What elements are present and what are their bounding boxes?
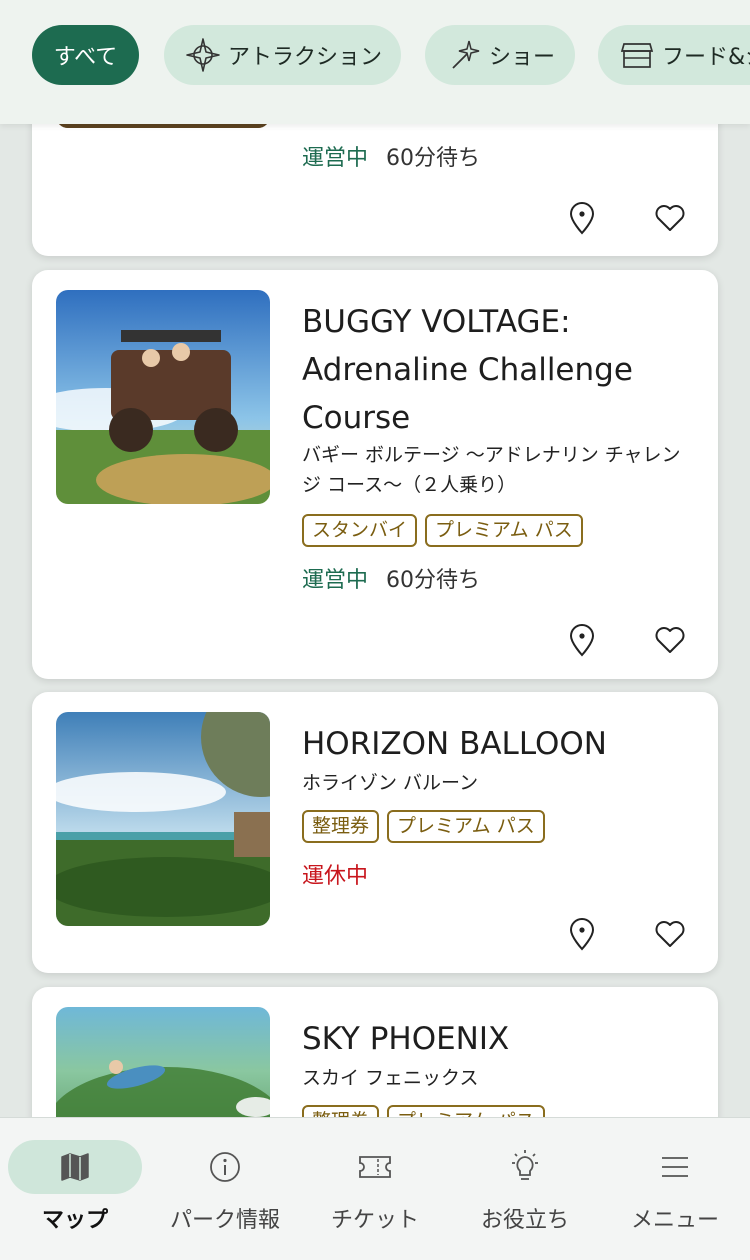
tag-premium-pass: プレミアム パス — [425, 514, 583, 547]
heart-icon — [655, 205, 685, 231]
status-row: 運休中 — [302, 858, 368, 890]
operating-status: 運休中 — [302, 864, 369, 889]
filter-chip-food-shop[interactable]: フード&ショ — [598, 25, 750, 85]
attraction-card[interactable]: HORIZON BALLOON ホライゾン バルーン 整理券 プレミアム パス … — [32, 692, 718, 973]
map-pin-icon — [569, 202, 595, 235]
nav-label: お役立ち — [480, 1208, 569, 1233]
map-pin-button[interactable] — [562, 620, 602, 660]
nav-label: パーク情報 — [169, 1208, 280, 1233]
filter-chip-label: ショー — [489, 45, 556, 70]
attraction-subtitle: バギー ボルテージ 〜アドレナリン チャレンジ コース〜（２人乗り） — [302, 444, 681, 496]
heart-icon — [655, 627, 685, 653]
nav-item-useful[interactable]: お役立ち — [450, 1118, 600, 1260]
filter-chip-show[interactable]: ショー — [425, 25, 575, 85]
status-row: 運営中 60分待ち — [302, 562, 480, 594]
attraction-subtitle: ホライゾン バルーン — [302, 772, 479, 794]
attraction-thumbnail — [56, 712, 270, 926]
tag-ticket: 整理券 — [302, 810, 380, 843]
tag-list: スタンバイ プレミアム パス — [302, 514, 583, 547]
attraction-subtitle: スカイ フェニックス — [302, 1067, 479, 1089]
attraction-title: BUGGY VOLTAGE: Adrenaline Challenge Cour… — [302, 304, 633, 436]
compass-icon — [186, 38, 220, 72]
map-pin-button[interactable] — [562, 198, 602, 238]
nav-label: メニュー — [630, 1208, 719, 1233]
wait-time: 60分待ち — [386, 146, 481, 171]
favorite-button[interactable] — [650, 914, 690, 954]
filter-chip-all[interactable]: すべて — [32, 25, 139, 85]
nav-item-park-info[interactable]: パーク情報 — [150, 1118, 300, 1260]
filter-chip-label: すべて — [53, 45, 118, 70]
filter-bar: すべて アトラクション ショー フード&ショ — [0, 0, 750, 124]
operating-status: 運営中 — [302, 568, 369, 593]
map-pin-icon — [569, 624, 595, 657]
shop-icon — [620, 43, 654, 68]
map-icon — [61, 1153, 89, 1181]
operating-status: 運営中 — [302, 146, 369, 171]
attraction-title: SKY PHOENIX — [302, 1021, 510, 1057]
lightbulb-icon — [512, 1150, 538, 1180]
bottom-navigation: マップ パーク情報 チケット お役立ち メニュー — [0, 1117, 750, 1260]
nav-label: マップ — [41, 1208, 108, 1233]
filter-chip-label: フード&ショ — [662, 45, 750, 70]
nav-label: チケット — [330, 1208, 419, 1233]
heart-icon — [655, 921, 685, 947]
filter-chip-attraction[interactable]: アトラクション — [164, 25, 401, 85]
tag-list: 整理券 プレミアム パス — [302, 810, 545, 843]
wait-time: 60分待ち — [386, 568, 481, 593]
nav-item-map[interactable]: マップ — [0, 1118, 150, 1260]
info-icon — [210, 1152, 240, 1182]
attraction-title: HORIZON BALLOON — [302, 726, 607, 762]
map-pin-button[interactable] — [562, 914, 602, 954]
sparkle-icon — [452, 40, 480, 69]
filter-chip-label: アトラクション — [228, 45, 383, 70]
nav-item-ticket[interactable]: チケット — [300, 1118, 450, 1260]
map-pin-icon — [569, 918, 595, 951]
attraction-card[interactable]: BUGGY VOLTAGE: Adrenaline Challenge Cour… — [32, 270, 718, 679]
favorite-button[interactable] — [650, 620, 690, 660]
attraction-thumbnail — [56, 290, 270, 504]
favorite-button[interactable] — [650, 198, 690, 238]
ticket-icon — [359, 1156, 391, 1178]
tag-premium-pass: プレミアム パス — [387, 810, 545, 843]
tag-standby: スタンバイ — [302, 514, 418, 547]
menu-icon — [662, 1157, 688, 1177]
nav-item-menu[interactable]: メニュー — [600, 1118, 750, 1260]
status-row: 運営中 60分待ち — [302, 140, 480, 172]
